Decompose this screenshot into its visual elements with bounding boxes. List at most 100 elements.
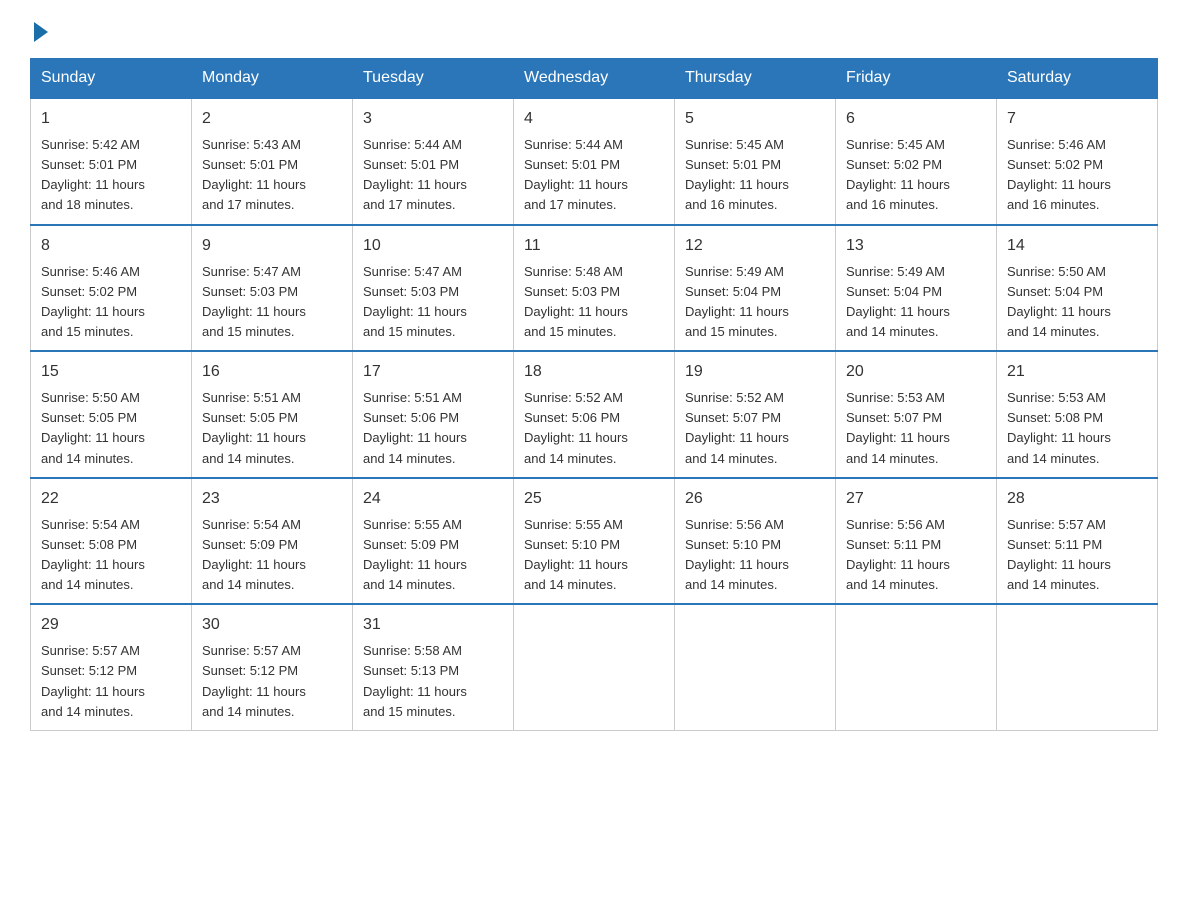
calendar-day-cell: 15 Sunrise: 5:50 AMSunset: 5:05 PMDayligh…	[31, 351, 192, 478]
day-info: Sunrise: 5:57 AMSunset: 5:12 PMDaylight:…	[202, 641, 342, 722]
calendar-day-cell: 14Sunrise: 5:50 AMSunset: 5:04 PMDayligh…	[997, 225, 1158, 352]
calendar-day-cell: 25 Sunrise: 5:55 AMSunset: 5:10 PMDayligh…	[514, 478, 675, 605]
day-info: Sunrise: 5:53 AMSunset: 5:08 PMDaylight:…	[1007, 388, 1147, 469]
day-info: Sunrise: 5:57 AMSunset: 5:12 PMDaylight:…	[41, 641, 181, 722]
logo-arrow-icon	[34, 22, 48, 42]
day-number: 24	[363, 487, 503, 511]
day-number: 11	[524, 234, 664, 258]
calendar-day-cell	[997, 604, 1158, 730]
day-number: 2	[202, 107, 342, 131]
header-friday: Friday	[836, 59, 997, 99]
day-number: 25	[524, 487, 664, 511]
day-number: 12	[685, 234, 825, 258]
day-number: 5	[685, 107, 825, 131]
day-info: Sunrise: 5:51 AMSunset: 5:06 PMDaylight:…	[363, 388, 503, 469]
calendar-day-cell: 7 Sunrise: 5:46 AMSunset: 5:02 PMDaylight…	[997, 98, 1158, 225]
day-info: Sunrise: 5:44 AMSunset: 5:01 PMDaylight:…	[363, 135, 503, 216]
day-number: 4	[524, 107, 664, 131]
day-info: Sunrise: 5:47 AMSunset: 5:03 PMDaylight:…	[363, 262, 503, 343]
header-sunday: Sunday	[31, 59, 192, 99]
day-number: 7	[1007, 107, 1147, 131]
calendar-day-cell: 11Sunrise: 5:48 AMSunset: 5:03 PMDayligh…	[514, 225, 675, 352]
calendar-day-cell: 1 Sunrise: 5:42 AMSunset: 5:01 PMDaylight…	[31, 98, 192, 225]
calendar-header-row: SundayMondayTuesdayWednesdayThursdayFrid…	[31, 59, 1158, 99]
day-info: Sunrise: 5:43 AMSunset: 5:01 PMDaylight:…	[202, 135, 342, 216]
calendar-table: SundayMondayTuesdayWednesdayThursdayFrid…	[30, 58, 1158, 731]
day-number: 15	[41, 360, 181, 384]
day-info: Sunrise: 5:53 AMSunset: 5:07 PMDaylight:…	[846, 388, 986, 469]
day-number: 13	[846, 234, 986, 258]
calendar-day-cell: 16Sunrise: 5:51 AMSunset: 5:05 PMDayligh…	[192, 351, 353, 478]
calendar-week-row: 8 Sunrise: 5:46 AMSunset: 5:02 PMDaylight…	[31, 225, 1158, 352]
day-info: Sunrise: 5:46 AMSunset: 5:02 PMDaylight:…	[1007, 135, 1147, 216]
calendar-week-row: 1 Sunrise: 5:42 AMSunset: 5:01 PMDaylight…	[31, 98, 1158, 225]
calendar-day-cell: 21 Sunrise: 5:53 AMSunset: 5:08 PMDayligh…	[997, 351, 1158, 478]
day-info: Sunrise: 5:54 AMSunset: 5:09 PMDaylight:…	[202, 515, 342, 596]
day-number: 9	[202, 234, 342, 258]
day-number: 26	[685, 487, 825, 511]
calendar-day-cell: 22 Sunrise: 5:54 AMSunset: 5:08 PMDayligh…	[31, 478, 192, 605]
day-info: Sunrise: 5:50 AMSunset: 5:05 PMDaylight:…	[41, 388, 181, 469]
calendar-day-cell: 24 Sunrise: 5:55 AMSunset: 5:09 PMDayligh…	[353, 478, 514, 605]
calendar-day-cell: 17 Sunrise: 5:51 AMSunset: 5:06 PMDayligh…	[353, 351, 514, 478]
day-info: Sunrise: 5:56 AMSunset: 5:11 PMDaylight:…	[846, 515, 986, 596]
day-info: Sunrise: 5:57 AMSunset: 5:11 PMDaylight:…	[1007, 515, 1147, 596]
day-number: 8	[41, 234, 181, 258]
day-number: 1	[41, 107, 181, 131]
calendar-day-cell: 31 Sunrise: 5:58 AMSunset: 5:13 PMDayligh…	[353, 604, 514, 730]
day-info: Sunrise: 5:47 AMSunset: 5:03 PMDaylight:…	[202, 262, 342, 343]
page-header	[30, 20, 1158, 38]
calendar-day-cell: 29Sunrise: 5:57 AMSunset: 5:12 PMDayligh…	[31, 604, 192, 730]
calendar-day-cell: 6Sunrise: 5:45 AMSunset: 5:02 PMDaylight…	[836, 98, 997, 225]
day-number: 31	[363, 613, 503, 637]
calendar-day-cell: 3Sunrise: 5:44 AMSunset: 5:01 PMDaylight…	[353, 98, 514, 225]
calendar-day-cell: 30Sunrise: 5:57 AMSunset: 5:12 PMDayligh…	[192, 604, 353, 730]
day-number: 19	[685, 360, 825, 384]
logo	[30, 20, 48, 38]
day-number: 6	[846, 107, 986, 131]
day-number: 22	[41, 487, 181, 511]
calendar-week-row: 22 Sunrise: 5:54 AMSunset: 5:08 PMDayligh…	[31, 478, 1158, 605]
day-info: Sunrise: 5:46 AMSunset: 5:02 PMDaylight:…	[41, 262, 181, 343]
day-info: Sunrise: 5:55 AMSunset: 5:09 PMDaylight:…	[363, 515, 503, 596]
day-info: Sunrise: 5:55 AMSunset: 5:10 PMDaylight:…	[524, 515, 664, 596]
calendar-day-cell: 9 Sunrise: 5:47 AMSunset: 5:03 PMDaylight…	[192, 225, 353, 352]
calendar-day-cell: 4 Sunrise: 5:44 AMSunset: 5:01 PMDaylight…	[514, 98, 675, 225]
header-thursday: Thursday	[675, 59, 836, 99]
calendar-day-cell: 23 Sunrise: 5:54 AMSunset: 5:09 PMDayligh…	[192, 478, 353, 605]
day-info: Sunrise: 5:52 AMSunset: 5:07 PMDaylight:…	[685, 388, 825, 469]
day-number: 20	[846, 360, 986, 384]
day-number: 28	[1007, 487, 1147, 511]
header-saturday: Saturday	[997, 59, 1158, 99]
calendar-day-cell: 19 Sunrise: 5:52 AMSunset: 5:07 PMDayligh…	[675, 351, 836, 478]
calendar-day-cell: 20 Sunrise: 5:53 AMSunset: 5:07 PMDayligh…	[836, 351, 997, 478]
day-number: 17	[363, 360, 503, 384]
calendar-week-row: 29Sunrise: 5:57 AMSunset: 5:12 PMDayligh…	[31, 604, 1158, 730]
header-wednesday: Wednesday	[514, 59, 675, 99]
day-number: 10	[363, 234, 503, 258]
calendar-day-cell: 8 Sunrise: 5:46 AMSunset: 5:02 PMDaylight…	[31, 225, 192, 352]
calendar-day-cell: 18 Sunrise: 5:52 AMSunset: 5:06 PMDayligh…	[514, 351, 675, 478]
header-monday: Monday	[192, 59, 353, 99]
day-info: Sunrise: 5:56 AMSunset: 5:10 PMDaylight:…	[685, 515, 825, 596]
day-info: Sunrise: 5:52 AMSunset: 5:06 PMDaylight:…	[524, 388, 664, 469]
day-number: 23	[202, 487, 342, 511]
calendar-day-cell: 12Sunrise: 5:49 AMSunset: 5:04 PMDayligh…	[675, 225, 836, 352]
day-number: 16	[202, 360, 342, 384]
calendar-day-cell: 13Sunrise: 5:49 AMSunset: 5:04 PMDayligh…	[836, 225, 997, 352]
calendar-day-cell: 26 Sunrise: 5:56 AMSunset: 5:10 PMDayligh…	[675, 478, 836, 605]
day-info: Sunrise: 5:45 AMSunset: 5:01 PMDaylight:…	[685, 135, 825, 216]
day-number: 18	[524, 360, 664, 384]
calendar-day-cell: 10 Sunrise: 5:47 AMSunset: 5:03 PMDayligh…	[353, 225, 514, 352]
calendar-day-cell	[836, 604, 997, 730]
calendar-day-cell: 2 Sunrise: 5:43 AMSunset: 5:01 PMDaylight…	[192, 98, 353, 225]
day-number: 21	[1007, 360, 1147, 384]
day-info: Sunrise: 5:44 AMSunset: 5:01 PMDaylight:…	[524, 135, 664, 216]
day-number: 14	[1007, 234, 1147, 258]
day-info: Sunrise: 5:58 AMSunset: 5:13 PMDaylight:…	[363, 641, 503, 722]
calendar-day-cell	[675, 604, 836, 730]
day-number: 27	[846, 487, 986, 511]
calendar-week-row: 15 Sunrise: 5:50 AMSunset: 5:05 PMDayligh…	[31, 351, 1158, 478]
day-info: Sunrise: 5:54 AMSunset: 5:08 PMDaylight:…	[41, 515, 181, 596]
day-info: Sunrise: 5:42 AMSunset: 5:01 PMDaylight:…	[41, 135, 181, 216]
